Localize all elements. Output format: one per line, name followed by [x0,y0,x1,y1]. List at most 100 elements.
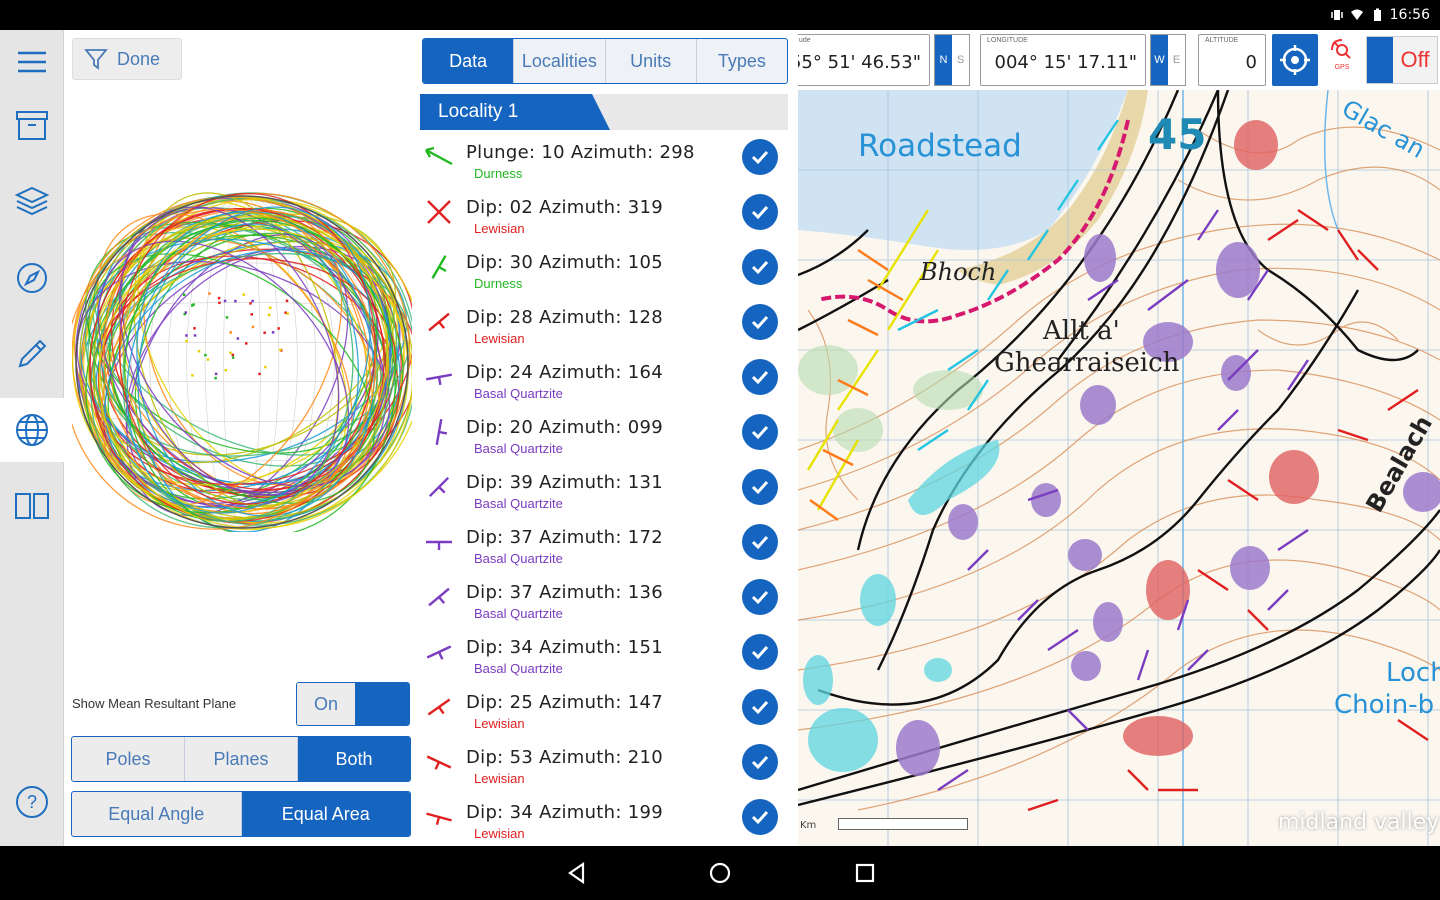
mean-resultant-knob[interactable] [355,683,409,725]
measurement-row[interactable]: Dip: 30 Azimuth: 105 Durness [420,240,798,295]
mean-resultant-label: Show Mean Resultant Plane [72,696,237,711]
strike-dip-symbol-icon [428,476,450,498]
row-checkbox[interactable] [742,524,778,560]
pole-points [182,292,289,380]
archive-button[interactable] [0,94,64,158]
compass-button[interactable] [0,246,64,310]
measurement-text: Dip: 53 Azimuth: 210 [466,747,664,768]
done-button[interactable]: Done [72,38,182,80]
svg-text:?: ? [27,792,37,812]
south-option[interactable]: S [952,35,969,85]
measurement-text: Dip: 30 Azimuth: 105 [466,252,664,273]
longitude-field[interactable]: LONGITUDE 004° 15' 17.11" [980,34,1146,86]
map-panel[interactable]: Roadstead 45 Glac an Bhoch Allt a' Ghear… [798,30,1440,846]
measurement-row[interactable]: Dip: 37 Azimuth: 172 Basal Quartzite [420,515,798,570]
measurement-row[interactable]: Dip: 37 Azimuth: 136 Basal Quartzite [420,570,798,625]
row-checkbox[interactable] [742,744,778,780]
row-checkbox[interactable] [742,304,778,340]
back-icon[interactable] [564,860,590,886]
stereonet-button[interactable] [0,398,64,462]
altitude-field[interactable]: ALTITUDE 0 [1198,34,1266,86]
measurement-text: Dip: 34 Azimuth: 199 [466,802,664,823]
row-checkbox[interactable] [742,359,778,395]
locality-header[interactable]: Locality 1 [420,94,788,130]
both-button[interactable]: Both [298,737,410,781]
data-tabs: Data Localities Units Types [422,38,788,84]
tab-units[interactable]: Units [606,39,697,83]
unit-label: Basal Quartzite [474,496,563,511]
row-checkbox[interactable] [742,634,778,670]
row-checkbox[interactable] [742,414,778,450]
cyan-outcrops [803,440,1000,772]
lat-hemisphere-toggle[interactable]: N S [934,34,970,86]
strike-dip-symbol-icon [431,255,447,279]
unit-label: Lewisian [474,221,525,236]
measurement-row[interactable]: Dip: 34 Azimuth: 199 Lewisian [420,790,798,845]
west-option[interactable]: W [1151,35,1168,85]
recents-icon[interactable] [852,860,878,886]
cross-symbol-icon [427,200,451,224]
data-panel: Data Localities Units Types Locality 1 P… [420,30,798,846]
pencil-button[interactable] [0,322,64,386]
tracking-value[interactable]: Off [1393,37,1437,83]
archive-icon [16,111,48,140]
measurement-row[interactable]: Dip: 28 Azimuth: 128 Lewisian [420,295,798,350]
strike-dip-symbol-icon [426,645,452,660]
stereonet-plot [72,192,412,532]
measurement-row[interactable]: Dip: 20 Azimuth: 099 Basal Quartzite [420,405,798,460]
menu-button[interactable] [0,30,64,94]
measurement-row[interactable]: Dip: 34 Azimuth: 151 Basal Quartzite [420,625,798,680]
row-checkbox[interactable] [742,469,778,505]
row-checkbox[interactable] [742,689,778,725]
measurement-row[interactable]: Dip: 25 Azimuth: 147 Lewisian [420,680,798,735]
measurement-row[interactable]: Dip: 24 Azimuth: 164 Basal Quartzite [420,350,798,405]
row-checkbox[interactable] [742,799,778,835]
latitude-value: 55° 51' 46.53" [798,52,921,73]
tracking-toggle[interactable]: Off [1366,36,1438,84]
battery-icon [1373,8,1381,21]
label-loch: Loch [1386,658,1440,688]
label-roadstead: Roadstead [858,128,1022,164]
tab-types[interactable]: Types [697,39,787,83]
measurement-text: Dip: 39 Azimuth: 131 [466,472,664,493]
east-option[interactable]: E [1168,35,1185,85]
lon-hemisphere-toggle[interactable]: W E [1150,34,1186,86]
check-icon [751,370,769,385]
row-checkbox[interactable] [742,139,778,175]
gps-indicator[interactable]: GPS [1324,36,1360,86]
layers-button[interactable] [0,170,64,234]
label-bhoch: Bhoch [920,258,997,286]
planes-button[interactable]: Planes [185,737,298,781]
latitude-field[interactable]: ude 55° 51' 46.53" [798,34,930,86]
help-button[interactable]: ? [0,770,64,834]
row-checkbox[interactable] [742,249,778,285]
poles-button[interactable]: Poles [72,737,185,781]
row-checkbox[interactable] [742,194,778,230]
tab-data[interactable]: Data [423,39,515,83]
mean-resultant-toggle[interactable]: On [296,682,410,726]
measurement-row[interactable]: Plunge: 10 Azimuth: 298 Durness [420,130,798,185]
equal-angle-button[interactable]: Equal Angle [72,792,242,836]
measurement-row[interactable]: Dip: 39 Azimuth: 131 Basal Quartzite [420,460,798,515]
sidebar: ? [0,30,64,846]
filter-icon [84,49,108,70]
mean-resultant-on[interactable]: On [297,683,355,725]
notebook-button[interactable] [0,474,64,538]
north-option[interactable]: N [935,35,952,85]
home-icon[interactable] [707,860,733,886]
scale-bar [838,818,968,830]
unit-label: Lewisian [474,716,525,731]
locate-button[interactable] [1272,34,1318,86]
tab-localities[interactable]: Localities [514,39,606,83]
tracking-knob[interactable] [1367,37,1393,83]
measurement-row[interactable]: Dip: 02 Azimuth: 319 Lewisian [420,185,798,240]
unit-label: Lewisian [474,331,525,346]
gps-label: GPS [1334,64,1350,71]
check-icon [751,810,769,825]
unit-label: Lewisian [474,771,525,786]
satellite-icon [1331,39,1351,59]
measurement-row[interactable]: Dip: 53 Azimuth: 210 Lewisian [420,735,798,790]
unit-label: Durness [474,276,523,291]
equal-area-button[interactable]: Equal Area [241,792,410,836]
row-checkbox[interactable] [742,579,778,615]
